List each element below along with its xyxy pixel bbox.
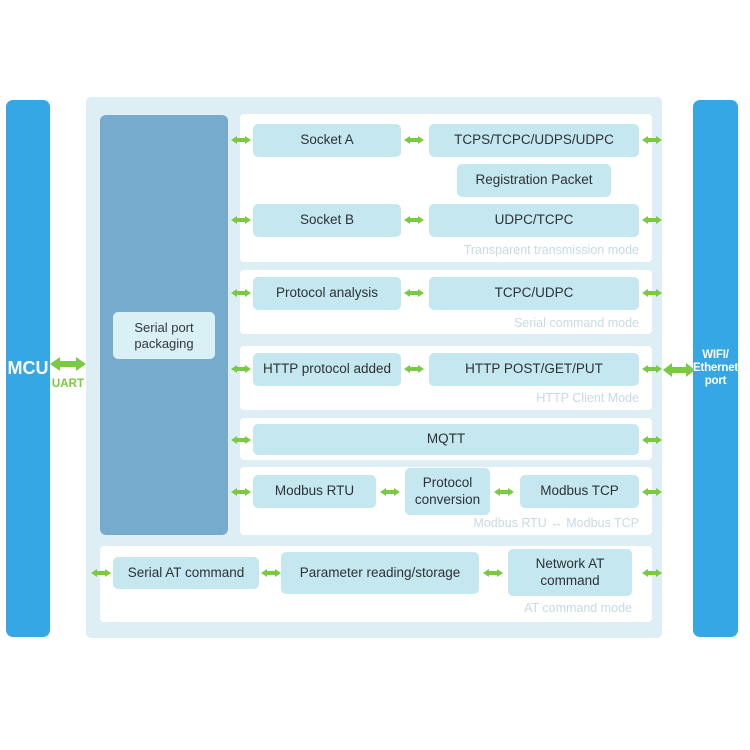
mode-label-transparent-transmission: Transparent transmission mode	[463, 243, 639, 257]
uart-connector: UART	[50, 352, 86, 400]
box-tcpc-udpc[interactable]: TCPC/UDPC	[429, 277, 639, 310]
box-socket-a[interactable]: Socket A	[253, 124, 401, 157]
serial-port-packaging-box: Serial port packaging	[113, 312, 215, 359]
box-socket-b[interactable]: Socket B	[253, 204, 401, 237]
mcu-label: MCU	[7, 358, 49, 379]
network-port-label-line2: Ethernet	[692, 361, 739, 374]
arrow-device-to-network-port	[663, 358, 695, 382]
mode-label-serial-command: Serial command mode	[513, 316, 639, 330]
network-port-label-line3: port	[704, 375, 727, 388]
box-protocol-analysis[interactable]: Protocol analysis	[253, 277, 401, 310]
box-network-at-command[interactable]: Network AT command	[508, 549, 632, 596]
uart-double-arrow-icon	[50, 357, 86, 371]
box-protocol-conversion[interactable]: Protocol conversion	[405, 468, 490, 515]
box-http-post-get-put[interactable]: HTTP POST/GET/PUT	[429, 353, 639, 386]
mode-label-modbus: Modbus RTU ↔ Modbus TCP	[473, 516, 639, 530]
box-udpc-tcpc[interactable]: UDPC/TCPC	[429, 204, 639, 237]
uart-label: UART	[51, 378, 85, 390]
box-mqtt[interactable]: MQTT	[253, 424, 639, 455]
mcu-bar: MCU	[6, 100, 50, 637]
network-port-label-line1: WIFI/	[702, 348, 729, 361]
box-modbus-tcp[interactable]: Modbus TCP	[520, 475, 639, 508]
network-port-bar: WIFI/ Ethernet port	[693, 100, 738, 637]
box-tcps-tcpc-udps-udpc[interactable]: TCPS/TCPC/UDPS/UDPC	[429, 124, 639, 157]
box-serial-at-command[interactable]: Serial AT command	[113, 557, 259, 589]
mode-label-http-client: HTTP Client Mode	[536, 391, 639, 405]
mode-label-at-command: AT command mode	[524, 601, 632, 615]
box-http-protocol-added[interactable]: HTTP protocol added	[253, 353, 401, 386]
box-parameter-reading-storage[interactable]: Parameter reading/storage	[281, 552, 479, 594]
box-registration-packet[interactable]: Registration Packet	[457, 164, 611, 197]
box-modbus-rtu[interactable]: Modbus RTU	[253, 475, 376, 508]
